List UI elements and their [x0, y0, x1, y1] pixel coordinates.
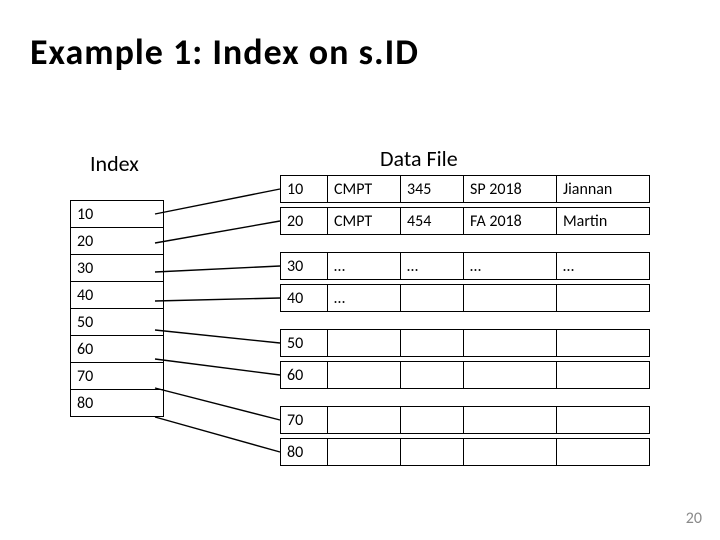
table-row: 70: [71, 363, 164, 390]
data-cell: [464, 330, 557, 357]
table-row: 50: [71, 309, 164, 336]
data-cell: [328, 439, 401, 466]
index-table: 10 20 30 40 50 60 70 80: [70, 200, 164, 417]
data-cell: [328, 362, 401, 389]
data-cell: CMPT: [328, 176, 401, 203]
data-cell: [401, 439, 464, 466]
data-cell: [401, 407, 464, 434]
index-cell: 60: [71, 336, 164, 363]
data-cell: [557, 330, 650, 357]
data-cell: 60: [281, 362, 328, 389]
data-row: 50: [280, 329, 650, 357]
data-cell: …: [557, 253, 650, 280]
table-row: 40: [71, 282, 164, 309]
data-cell: …: [464, 253, 557, 280]
index-cell: 10: [71, 201, 164, 228]
data-cell: [464, 285, 557, 312]
data-cell: FA 2018: [464, 208, 557, 235]
data-cell: 70: [281, 407, 328, 434]
index-heading: Index: [90, 150, 139, 177]
data-cell: [464, 362, 557, 389]
page-number: 20: [686, 509, 702, 528]
index-cell: 50: [71, 309, 164, 336]
data-row: 10 CMPT 345 SP 2018 Jiannan: [280, 175, 650, 203]
index-cell: 40: [71, 282, 164, 309]
index-cell: 80: [71, 390, 164, 417]
data-row: 80: [280, 438, 650, 466]
data-row: 70: [280, 406, 650, 434]
data-cell: [557, 285, 650, 312]
data-row: 30 … … … …: [280, 252, 650, 280]
data-cell: 10: [281, 176, 328, 203]
data-cell: 30: [281, 253, 328, 280]
data-cell: [557, 362, 650, 389]
index-cell: 20: [71, 228, 164, 255]
index-cell: 30: [71, 255, 164, 282]
table-row: 30: [71, 255, 164, 282]
data-cell: 40: [281, 285, 328, 312]
data-cell: SP 2018: [464, 176, 557, 203]
data-cell: Martin: [557, 208, 650, 235]
data-cell: 20: [281, 208, 328, 235]
data-cell: [401, 285, 464, 312]
index-cell: 70: [71, 363, 164, 390]
data-cell: 50: [281, 330, 328, 357]
data-row: 40 …: [280, 284, 650, 312]
data-cell: …: [401, 253, 464, 280]
data-file-heading: Data File: [380, 145, 458, 172]
data-cell: [328, 407, 401, 434]
slide-title: Example 1: Index on s.ID: [30, 30, 419, 74]
data-cell: 80: [281, 439, 328, 466]
data-row: 20 CMPT 454 FA 2018 Martin: [280, 207, 650, 235]
data-cell: [401, 362, 464, 389]
data-cell: [557, 439, 650, 466]
table-row: 60: [71, 336, 164, 363]
data-cell: [464, 439, 557, 466]
data-cell: 454: [401, 208, 464, 235]
data-cell: CMPT: [328, 208, 401, 235]
data-cell: Jiannan: [557, 176, 650, 203]
table-row: 20: [71, 228, 164, 255]
data-cell: [328, 330, 401, 357]
data-cell: …: [328, 253, 401, 280]
data-cell: [557, 407, 650, 434]
data-cell: 345: [401, 176, 464, 203]
table-row: 80: [71, 390, 164, 417]
data-cell: [401, 330, 464, 357]
data-cell: [464, 407, 557, 434]
data-cell: …: [328, 285, 401, 312]
table-row: 10: [71, 201, 164, 228]
data-row: 60: [280, 361, 650, 389]
